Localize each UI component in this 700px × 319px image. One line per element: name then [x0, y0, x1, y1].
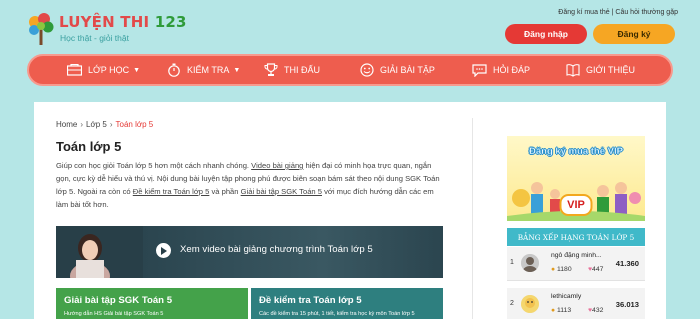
smiley-icon — [360, 63, 374, 77]
ranking-row[interactable]: 2 lethicamly ● 1113 ♥432 36.013 — [507, 288, 645, 319]
tests-card[interactable]: Đề kiểm tra Toán lớp 5 Các đề kiểm tra 1… — [251, 288, 443, 319]
teacher-image — [70, 234, 110, 278]
breadcrumb-separator: › — [109, 120, 113, 129]
login-button[interactable]: Đăng nhập — [505, 24, 587, 44]
breadcrumb-grade[interactable]: Lớp 5 — [86, 120, 107, 129]
nav-item-gioi-thieu[interactable]: GIỚI THIỆU — [566, 56, 635, 84]
breadcrumb-home[interactable]: Home — [56, 120, 77, 129]
nav-item-thi-dau[interactable]: THI ĐẤU — [264, 56, 320, 84]
nav-label: GIẢI BÀI TẬP — [380, 65, 435, 75]
user-name[interactable]: lethicamly — [551, 293, 581, 300]
nav-item-giai-bai-tap[interactable]: GIẢI BÀI TẬP — [360, 56, 435, 84]
main-nav: LỚP HỌC ▼ KIỂM TRA ▼ THI ĐẤU GIẢI BÀI TẬ… — [27, 54, 673, 86]
score: 41.360 — [615, 259, 639, 268]
video-banner[interactable]: Xem video bài giảng chương trình Toán lớ… — [56, 226, 443, 278]
play-icon[interactable] — [156, 243, 171, 258]
intro-text: Giúp con học giỏi Toán lớp 5 hơn một các… — [56, 161, 440, 209]
vip-promo-banner[interactable]: Đăng ký mua thẻ VIP VIP — [507, 136, 645, 221]
card-title: Đề kiểm tra Toán lớp 5 — [259, 295, 362, 306]
vip-promo-title: Đăng ký mua thẻ VIP — [529, 146, 623, 157]
page-title: Toán lớp 5 — [56, 139, 122, 154]
rank-number: 2 — [510, 300, 514, 307]
column-divider — [472, 118, 473, 319]
nav-label: HỎI ĐÁP — [493, 65, 531, 75]
heart-count: ♥447 — [588, 266, 604, 273]
nav-label: KIỂM TRA — [187, 65, 230, 75]
ranking-header: BẢNG XẾP HẠNG TOÁN LỚP 5 — [507, 228, 645, 246]
card-subtitle: Hướng dẫn HS Giải bài tập SGK Toán 5 — [64, 311, 164, 317]
brand-tagline: Học thật - giỏi thật — [60, 33, 129, 43]
site-logo[interactable]: LUYỆN THI 123 Học thật - giỏi thật — [26, 11, 186, 47]
chat-icon — [472, 63, 487, 77]
book-icon — [566, 64, 580, 77]
user-name[interactable]: ngô đặng minh... — [551, 252, 602, 259]
breadcrumb: Home › Lớp 5 › Toán lớp 5 — [56, 120, 153, 129]
vip-badge-label: VIP — [567, 199, 585, 211]
coin-count: ● 1113 — [551, 307, 572, 314]
breadcrumb-current: Toán lớp 5 — [115, 120, 154, 129]
score: 36.013 — [615, 300, 639, 309]
video-lessons-link[interactable]: Video bài giảng — [251, 161, 303, 170]
textbook-solutions-card[interactable]: Giải bài tập SGK Toán 5 Hướng dẫn HS Giả… — [56, 288, 248, 319]
register-button[interactable]: Đăng ký — [593, 24, 675, 44]
coin-icon: ● — [551, 266, 556, 273]
card-subtitle: Các đề kiểm tra 15 phút, 1 tiết, kiểm tr… — [259, 311, 415, 317]
faq-link[interactable]: Câu hỏi thường gặp — [615, 9, 678, 16]
stopwatch-icon — [168, 63, 180, 77]
trophy-icon — [264, 63, 278, 76]
nav-item-lop-hoc[interactable]: LỚP HỌC ▼ — [67, 56, 140, 84]
video-label: Xem video bài giảng chương trình Toán lớ… — [180, 244, 373, 255]
card-title: Giải bài tập SGK Toán 5 — [64, 295, 173, 306]
buy-card-link[interactable]: Đăng kí mua thẻ — [558, 9, 609, 16]
rank-number: 1 — [510, 259, 514, 266]
nav-label: LỚP HỌC — [88, 65, 130, 75]
content-panel: Home › Lớp 5 › Toán lớp 5 Toán lớp 5 Giúp co… — [34, 102, 666, 319]
heart-count: ♥432 — [588, 307, 604, 314]
breadcrumb-separator: › — [80, 120, 84, 129]
coin-icon: ● — [551, 307, 556, 314]
test-link[interactable]: Đề kiểm tra Toán lớp 5 — [133, 187, 210, 196]
chevron-down-icon: ▼ — [133, 66, 140, 74]
brand-name: LUYỆN THI 123 — [59, 13, 187, 31]
ranking-row[interactable]: 1 ngô đặng minh... ● 1180 ♥447 41.360 — [507, 247, 645, 281]
nav-label: GIỚI THIỆU — [586, 65, 636, 75]
top-links: Đăng kí mua thẻ | Câu hỏi thường gặp — [558, 9, 678, 16]
avatar — [521, 295, 539, 313]
classroom-icon — [67, 64, 82, 76]
nav-item-kiem-tra[interactable]: KIỂM TRA ▼ — [167, 56, 240, 84]
nav-item-hoi-dap[interactable]: HỎI ĐÁP — [472, 56, 530, 84]
textbook-solutions-link[interactable]: Giải bài tập SGK Toán 5 — [241, 187, 322, 196]
coin-count: ● 1180 — [551, 266, 572, 273]
nav-label: THI ĐẤU — [284, 65, 320, 75]
top-links-separator: | — [611, 9, 614, 16]
chevron-down-icon: ▼ — [233, 66, 241, 74]
avatar — [521, 254, 539, 272]
tree-logo-icon — [29, 13, 54, 45]
